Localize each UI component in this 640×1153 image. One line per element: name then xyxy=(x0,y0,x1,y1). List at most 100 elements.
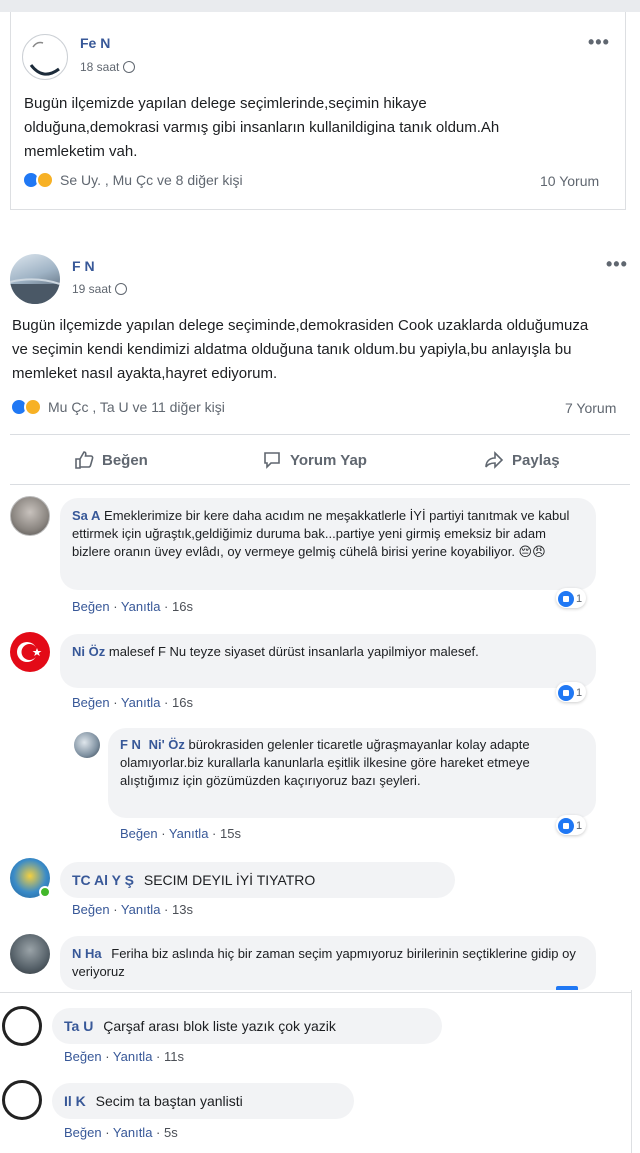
share-button-label: Paylaş xyxy=(512,451,560,469)
comment-bubble: TC Al Y Ş SECIM DEYIL İYİ TIYATRO xyxy=(60,862,455,898)
comment-author[interactable]: N Ha xyxy=(72,946,102,961)
comment-actions: Beğen · Yanıtla · 16s xyxy=(72,599,193,614)
post-1-time-text: 18 saat xyxy=(80,60,120,74)
online-status-dot xyxy=(39,886,51,898)
post-1-reactions[interactable]: Se Uy. , Mu Çc ve 8 diğer kişi xyxy=(22,171,243,189)
comment-reply-link[interactable]: Yanıtla xyxy=(121,695,161,710)
comment-author[interactable]: TC Al Y Ş xyxy=(72,872,134,888)
comment-actions: Beğen · Yanıtla · 5s xyxy=(64,1125,178,1140)
comment-bubble: Ta U Çarşaf arası blok liste yazık çok y… xyxy=(52,1008,442,1044)
comment-text: malesef F Nu teyze siyaset dürüst insanl… xyxy=(108,644,479,659)
comment-time[interactable]: 5s xyxy=(164,1125,178,1140)
comment-time[interactable]: 11s xyxy=(164,1049,184,1064)
like-icon xyxy=(558,684,574,701)
comment-avatar[interactable] xyxy=(2,1080,42,1120)
comment-avatar[interactable] xyxy=(10,496,50,536)
post-2-author[interactable]: F N xyxy=(72,258,95,274)
comment-text: Emeklerimize bir kere daha acıdım ne meş… xyxy=(72,508,570,559)
comment-bubble: Sa A Emeklerimize bir kere daha acıdım n… xyxy=(60,498,596,590)
post-gap xyxy=(0,210,640,238)
post-2-text: Bugün ilçemizde yapılan delege seçiminde… xyxy=(12,317,589,382)
actions-top-divider xyxy=(10,434,630,435)
like-icon xyxy=(558,817,574,834)
comment-text: Feriha biz aslında hiç bir zaman seçim y… xyxy=(72,946,576,979)
reply-like-count-value: 1 xyxy=(576,819,583,832)
actions-bottom-divider xyxy=(10,484,630,485)
reply-reply-link[interactable]: Yanıtla xyxy=(169,826,209,841)
post-1-text: Bugün ilçemizde yapılan delege seçimleri… xyxy=(24,95,500,160)
comment-icon xyxy=(264,452,280,469)
reply-time[interactable]: 15s xyxy=(220,826,241,841)
post-2-time[interactable]: 19 saat xyxy=(72,282,128,296)
comment-reply-link[interactable]: Yanıtla xyxy=(113,1049,153,1064)
comment-avatar[interactable] xyxy=(2,1006,42,1046)
comment-actions: Beğen · Yanıtla · 16s xyxy=(72,695,193,710)
post-1-comment-count[interactable]: 10 Yorum xyxy=(540,173,599,189)
comment-avatar[interactable] xyxy=(10,632,50,672)
right-edge xyxy=(631,990,640,1153)
post-1-reactions-text: Se Uy. , Mu Çc ve 8 diğer kişi xyxy=(60,172,243,188)
thumbs-up-icon xyxy=(75,451,94,469)
comment-actions: Beğen · Yanıtla · 11s xyxy=(64,1049,184,1064)
like-icon xyxy=(558,590,574,607)
post-2-reactions-text: Mu Çc , Ta U ve 11 diğer kişi xyxy=(48,399,225,415)
comment-like-link[interactable]: Beğen xyxy=(72,695,110,710)
globe-icon xyxy=(123,61,136,73)
comment-like-link[interactable]: Beğen xyxy=(64,1125,102,1140)
share-icon xyxy=(485,451,504,469)
reply-author[interactable]: F N xyxy=(120,737,141,752)
comment-reply-link[interactable]: Yanıtla xyxy=(113,1125,153,1140)
post-2-avatar[interactable] xyxy=(10,254,60,304)
comment-button[interactable]: Yorum Yap xyxy=(262,450,367,470)
comment-like-count-value: 1 xyxy=(576,686,583,699)
top-strip xyxy=(0,0,640,12)
comment-actions: Beğen · Yanıtla · 13s xyxy=(72,902,193,917)
post-1-time[interactable]: 18 saat xyxy=(80,60,136,74)
comment-avatar[interactable] xyxy=(10,934,50,974)
comment-text: SECIM DEYIL İYİ TIYATRO xyxy=(143,872,316,888)
comment-button-label: Yorum Yap xyxy=(290,451,367,469)
more-options-icon[interactable]: ••• xyxy=(606,254,628,275)
comment-author[interactable]: Ni Öz xyxy=(72,644,105,659)
sad-reaction-icon xyxy=(36,171,54,189)
comment-like-link[interactable]: Beğen xyxy=(72,902,110,917)
turkish-flag-icon xyxy=(17,642,42,662)
comment-author[interactable]: Sa A xyxy=(72,508,100,523)
post-1-avatar[interactable] xyxy=(22,34,68,80)
comment-like-count[interactable]: 1 xyxy=(556,682,587,702)
comment-like-link[interactable]: Beğen xyxy=(72,599,110,614)
lower-panel-border xyxy=(0,992,631,993)
post-2-comment-count[interactable]: 7 Yorum xyxy=(565,400,616,416)
comment-like-link[interactable]: Beğen xyxy=(64,1049,102,1064)
comment-author[interactable]: Il K xyxy=(64,1093,86,1109)
like-button[interactable]: Beğen xyxy=(74,450,148,470)
more-options-icon[interactable]: ••• xyxy=(588,32,610,53)
globe-icon xyxy=(115,283,128,295)
like-button-label: Beğen xyxy=(102,451,148,469)
reply-like-count[interactable]: 1 xyxy=(556,815,587,835)
reply-bubble: F N Ni' Öz bürokrasiden gelenler ticaret… xyxy=(108,728,596,818)
post-2-time-text: 19 saat xyxy=(72,282,112,296)
comment-time[interactable]: 16s xyxy=(172,695,193,710)
comment-text: Secim ta baştan yanlisti xyxy=(95,1093,243,1109)
comment-reply-link[interactable]: Yanıtla xyxy=(121,599,161,614)
comment-text: Çarşaf arası blok liste yazık çok yazik xyxy=(103,1018,336,1034)
sad-reaction-icon xyxy=(24,398,42,416)
reply-actions: Beğen · Yanıtla · 15s xyxy=(120,826,241,841)
post-1-author[interactable]: Fe N xyxy=(80,35,110,51)
post-2-reactions[interactable]: Mu Çc , Ta U ve 11 diğer kişi xyxy=(10,398,225,416)
comment-time[interactable]: 13s xyxy=(172,902,193,917)
comment-like-count-value: 1 xyxy=(576,592,583,605)
share-button[interactable]: Paylaş xyxy=(484,450,560,470)
comment-author[interactable]: Ta U xyxy=(64,1018,93,1034)
reply-avatar[interactable] xyxy=(74,732,100,758)
comment-bubble: Ni Öz malesef F Nu teyze siyaset dürüst … xyxy=(60,634,596,688)
cutoff-like-badge xyxy=(556,986,578,990)
reply-like-link[interactable]: Beğen xyxy=(120,826,158,841)
comment-bubble: Il K Secim ta baştan yanlisti xyxy=(52,1083,354,1119)
comment-time[interactable]: 16s xyxy=(172,599,193,614)
reply-mention[interactable]: Ni' Öz xyxy=(149,737,185,752)
comment-like-count[interactable]: 1 xyxy=(556,588,587,608)
comment-bubble: N Ha Feriha biz aslında hiç bir zaman se… xyxy=(60,936,596,990)
comment-reply-link[interactable]: Yanıtla xyxy=(121,902,161,917)
